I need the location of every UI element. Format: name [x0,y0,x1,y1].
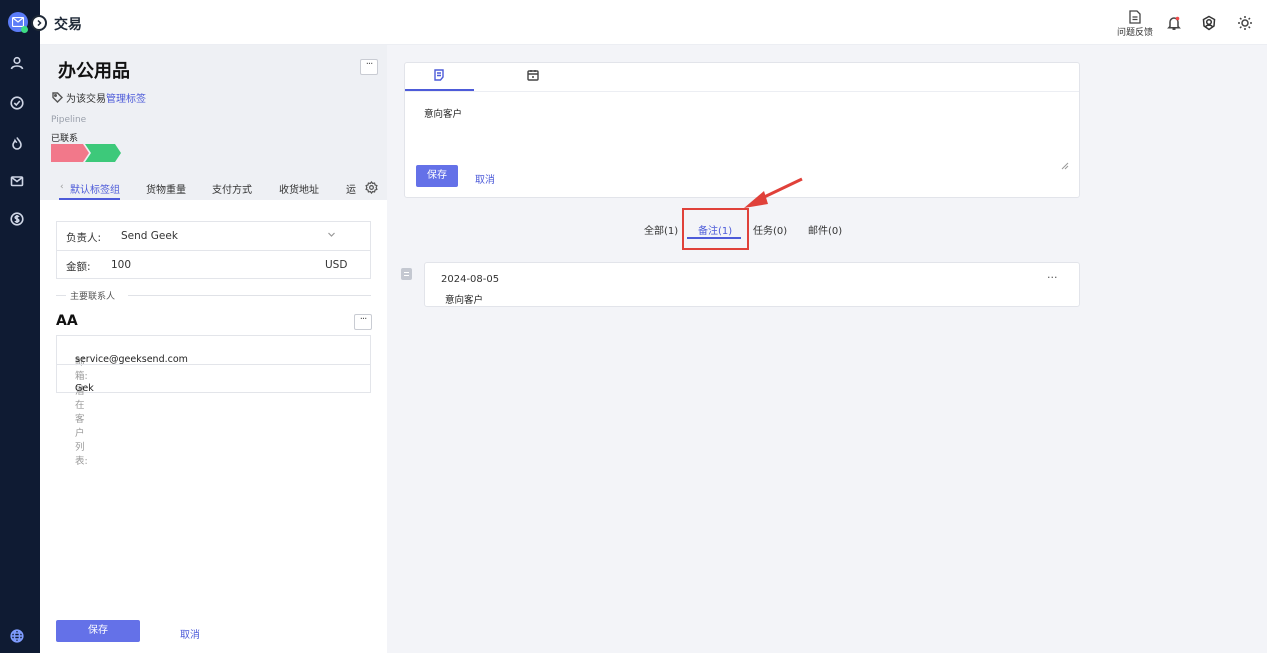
deal-title: 办公用品 [58,61,130,82]
note-tab-icon[interactable] [433,69,447,83]
deal-fields: 负责人: Send Geek 金额: 100 USD [56,221,371,279]
pipeline-stage-label: 已联系 [51,134,79,144]
currency-select[interactable]: USD [325,259,347,271]
pipeline-progress[interactable] [51,144,123,162]
divider-line-right [128,295,371,296]
tab-tasks[interactable]: 任务(0) [753,222,787,237]
owner-value[interactable]: Send Geek [121,230,178,242]
contact-section-label: 主要联系人 [70,292,116,302]
page-title: 交易 [54,17,82,33]
pipeline-stage-2[interactable] [85,144,121,162]
note-save-button[interactable]: 保存 [416,165,458,187]
note-entry-card: 2024-08-05 意向客户 ··· [424,262,1080,307]
contact-name: AA [56,313,78,329]
tab-default-group[interactable]: 默认标签组 [70,181,120,196]
gear-icon[interactable] [365,180,379,195]
back-button[interactable] [31,15,47,31]
highlight-annotation-box [682,208,749,250]
theme-sun-icon[interactable] [1236,14,1254,32]
chevron-right-icon [37,19,42,27]
pipeline-stage-1[interactable] [51,144,89,162]
tag-icon [52,92,63,103]
tab-shipping[interactable]: 运 [346,181,356,196]
top-bar: 交易 问题反馈 [31,0,1267,45]
tab-payment-method[interactable]: 支付方式 [212,181,252,196]
tab-shipping-address[interactable]: 收货地址 [279,181,319,196]
calendar-tab-icon[interactable] [527,69,541,83]
contact-more-button[interactable]: ··· [354,314,372,330]
resize-handle-icon[interactable] [1061,159,1069,170]
annotation-arrow-icon [744,177,803,208]
contact-section-divider: 主要联系人 [56,289,371,302]
contact-email-row: 邮箱: service@geeksend.com [57,336,370,382]
owner-label: 负责人: [66,232,102,244]
amount-label: 金额: [66,261,91,273]
tasks-check-icon[interactable] [9,95,25,111]
billing-dollar-icon[interactable] [9,211,25,227]
editor-separator [405,91,1079,92]
contact-list-row: 潜在客户列表: Gek [57,364,370,467]
save-button[interactable]: 保存 [56,620,140,642]
tabs-prev-chevron-icon[interactable]: ‹ [60,182,64,192]
pipeline-label: Pipeline [51,115,87,125]
feedback-button[interactable]: 问题反馈 [1115,10,1155,38]
note-cancel-button[interactable]: 取消 [475,171,495,186]
lead-list-value[interactable]: Gek [75,383,94,394]
lead-list-label: 潜在客户列表: [75,386,88,467]
tab-cargo-weight[interactable]: 货物重量 [146,181,186,196]
note-text: 意向客户 [445,295,484,306]
manage-tags-link[interactable]: 管理标签 [106,90,146,105]
note-entry-icon [401,268,412,280]
tag-line: 为该交易 管理标签 [52,90,146,105]
status-dot-icon [21,26,28,33]
contact-details: 邮箱: service@geeksend.com 潜在客户列表: Gek [56,335,371,467]
language-globe-icon[interactable] [9,628,25,644]
note-date: 2024-08-05 [441,274,500,285]
deal-more-button[interactable]: ··· [360,59,378,75]
amount-field[interactable]: 金额: 100 USD [57,250,370,278]
note-more-button[interactable]: ··· [1047,271,1058,284]
divider-line-left [56,295,66,296]
field-group-tabs: ‹ 默认标签组 货物重量 支付方式 收货地址 运 [58,179,378,201]
tab-emails[interactable]: 邮件(0) [808,222,842,237]
notification-bell-icon[interactable] [1165,14,1183,32]
document-icon [1129,10,1141,24]
deal-detail-panel: 办公用品 ··· 为该交易 管理标签 Pipeline 已联系 ‹ 默认标签组 货… [40,45,387,653]
user-cog-icon[interactable] [1200,14,1218,32]
owner-field[interactable]: 负责人: Send Geek [57,222,370,250]
tag-prefix: 为该交易 [66,94,106,105]
feedback-label: 问题反馈 [1116,28,1153,38]
deal-header: 办公用品 ··· 为该交易 管理标签 Pipeline 已联系 ‹ 默认标签组 货… [40,45,387,200]
contacts-icon[interactable] [9,55,25,71]
note-textarea[interactable]: 意向客户 [424,106,462,120]
deals-flame-icon[interactable] [9,135,25,151]
amount-value[interactable]: 100 [111,259,131,271]
nav-rail [0,0,40,653]
active-tab-underline [59,198,120,200]
cancel-button[interactable]: 取消 [180,626,200,641]
tab-all[interactable]: 全部(1) [644,222,678,237]
mail-icon[interactable] [9,173,25,189]
chevron-down-icon[interactable] [327,230,337,240]
